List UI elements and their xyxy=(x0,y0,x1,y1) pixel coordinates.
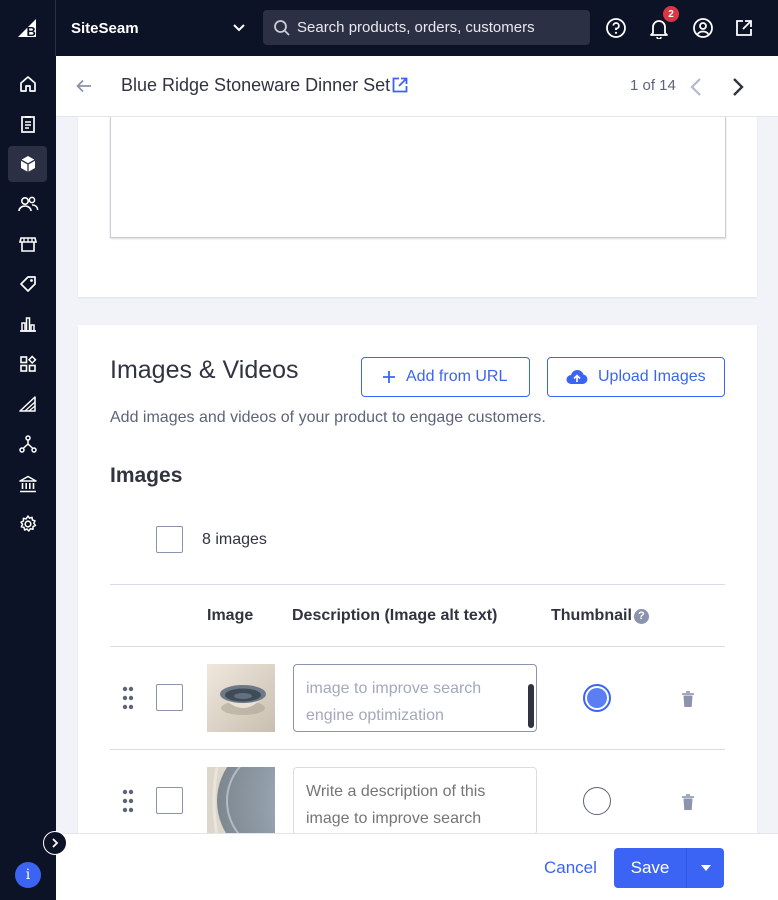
table-divider xyxy=(110,646,725,647)
add-from-url-button[interactable]: Add from URL xyxy=(361,357,530,397)
thumbnail-radio-selected[interactable] xyxy=(583,684,611,712)
apps-icon[interactable] xyxy=(8,346,47,382)
plus-icon xyxy=(383,371,395,383)
images-subtitle: Images xyxy=(110,464,183,487)
home-icon[interactable] xyxy=(8,66,47,102)
brand-logo[interactable]: B xyxy=(0,0,56,56)
page-content[interactable]: Images & Videos Add from URL Upload Imag… xyxy=(56,117,778,833)
textarea-scrollbar[interactable] xyxy=(528,684,534,728)
column-header-thumbnail-label: Thumbnail xyxy=(551,607,632,624)
notification-badge: 2 xyxy=(663,6,679,22)
chevron-right-icon xyxy=(52,838,59,848)
trash-icon[interactable] xyxy=(681,691,695,708)
image-alt-text-input[interactable] xyxy=(293,767,537,833)
drag-handle-icon[interactable] xyxy=(122,686,134,710)
images-count: 8 images xyxy=(202,531,267,548)
cancel-button[interactable]: Cancel xyxy=(544,858,597,878)
image-alt-text-input[interactable]: image to improve search engine optimizat… xyxy=(293,664,537,732)
help-icon[interactable] xyxy=(604,16,628,40)
storefront-icon[interactable] xyxy=(8,226,47,262)
column-header-description: Description (Image alt text) xyxy=(292,607,498,624)
store-switcher[interactable]: SiteSeam xyxy=(56,0,262,56)
chevron-down-icon xyxy=(233,24,245,32)
action-footer: Cancel Save xyxy=(56,833,778,900)
select-all-checkbox[interactable] xyxy=(156,526,183,553)
upload-images-button[interactable]: Upload Images xyxy=(547,357,725,397)
table-divider xyxy=(110,749,725,750)
save-button-group: Save xyxy=(614,848,724,888)
next-product-icon[interactable] xyxy=(730,76,746,103)
help-icon[interactable]: ? xyxy=(633,608,649,624)
section-description: Add images and videos of your product to… xyxy=(110,409,546,426)
svg-text:B: B xyxy=(26,24,35,39)
info-icon[interactable]: i xyxy=(15,862,41,888)
channel-manager-icon[interactable] xyxy=(8,386,47,422)
page-title: Blue Ridge Stoneware Dinner Set xyxy=(121,75,391,95)
table-divider xyxy=(110,584,725,585)
logo-icon: B xyxy=(17,19,36,39)
view-product-external-icon[interactable] xyxy=(391,76,409,99)
description-card xyxy=(78,117,757,297)
customers-icon[interactable] xyxy=(8,186,47,222)
integrations-icon[interactable] xyxy=(8,426,47,462)
upload-images-label: Upload Images xyxy=(598,368,706,385)
orders-icon[interactable] xyxy=(8,106,47,142)
description-editor[interactable] xyxy=(110,117,726,238)
banking-icon[interactable] xyxy=(8,466,47,502)
product-image-thumbnail[interactable] xyxy=(207,767,275,833)
save-options-dropdown[interactable] xyxy=(686,848,724,888)
row-checkbox[interactable] xyxy=(156,684,183,711)
page-header: Blue Ridge Stoneware Dinner Set 1 of 14 xyxy=(56,56,778,117)
trash-icon[interactable] xyxy=(681,794,695,811)
sidebar: i xyxy=(0,56,56,900)
expand-sidebar-button[interactable] xyxy=(43,831,67,855)
column-header-image: Image xyxy=(207,607,254,624)
global-search[interactable] xyxy=(263,10,590,45)
external-link-icon[interactable] xyxy=(732,16,756,40)
add-from-url-label: Add from URL xyxy=(406,368,508,385)
previous-product-icon[interactable] xyxy=(688,76,704,103)
analytics-icon[interactable] xyxy=(8,306,47,342)
column-header-thumbnail: Thumbnail? xyxy=(551,607,649,625)
section-title: Images & Videos xyxy=(110,356,299,384)
marketing-tag-icon[interactable] xyxy=(8,266,47,302)
save-button[interactable]: Save xyxy=(614,848,686,888)
radio-dot xyxy=(587,688,607,708)
settings-gear-icon[interactable] xyxy=(8,506,47,542)
product-image-thumbnail[interactable] xyxy=(207,664,275,732)
top-bar: B SiteSeam 2 xyxy=(0,0,778,56)
drag-handle-icon[interactable] xyxy=(122,789,134,813)
search-input[interactable] xyxy=(297,19,577,36)
account-icon[interactable] xyxy=(691,16,715,40)
row-checkbox[interactable] xyxy=(156,787,183,814)
back-arrow-icon[interactable] xyxy=(74,76,94,101)
pager-label: 1 of 14 xyxy=(630,77,676,94)
thumbnail-radio[interactable] xyxy=(583,787,611,815)
store-name: SiteSeam xyxy=(71,19,139,37)
cloud-upload-icon xyxy=(566,370,588,384)
images-videos-card: Images & Videos Add from URL Upload Imag… xyxy=(78,325,757,833)
caret-down-icon xyxy=(700,865,711,871)
products-icon[interactable] xyxy=(8,146,47,182)
search-icon xyxy=(274,19,290,36)
